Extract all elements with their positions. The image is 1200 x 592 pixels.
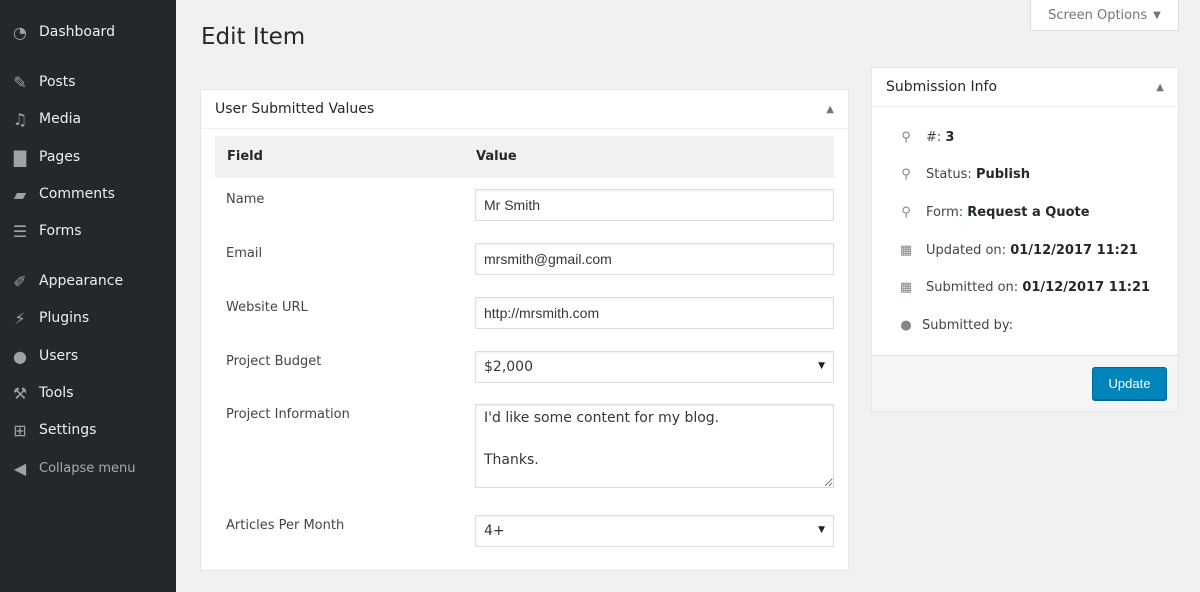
info-id: ⚲ #: 3 — [898, 130, 954, 145]
settings-icon: ⊞ — [13, 420, 27, 440]
info-status: ⚲ Status: Publish — [898, 167, 1030, 182]
user-icon: ● — [900, 318, 912, 333]
label: Users — [39, 348, 79, 364]
field-label: Website URL — [226, 300, 308, 315]
wrench-icon: ⚒ — [12, 383, 28, 403]
label: Pages — [39, 149, 81, 165]
field-label: Project Budget — [226, 354, 322, 369]
label: Collapse menu — [39, 460, 136, 476]
collapse-arrow-icon[interactable]: ▲ — [1156, 82, 1164, 93]
label: Status: — [926, 167, 972, 182]
media-icon: ♫ — [12, 109, 28, 129]
info-submitted: ▦ Submitted on: 01/12/2017 11:21 — [898, 280, 1150, 295]
forms-icon: ☰ — [12, 221, 28, 241]
box-title: User Submitted Values — [215, 101, 375, 117]
label: Media — [39, 111, 82, 127]
sidebar-item-dashboard[interactable]: ◔ Dashboard — [0, 15, 176, 49]
field-label: Articles Per Month — [226, 518, 345, 533]
user-submitted-values-box: User Submitted Values ▲ Field Value Name E… — [200, 89, 849, 571]
name-input[interactable] — [475, 189, 834, 221]
label: Posts — [39, 74, 76, 90]
brush-icon: ✐ — [13, 271, 27, 291]
sidebar-item-pages[interactable]: ▇ Pages — [0, 140, 176, 174]
label: Appearance — [39, 273, 124, 289]
website-url-input[interactable] — [475, 297, 834, 329]
label: Submitted by: — [922, 318, 1013, 333]
info-submitted-by: ● Submitted by: — [898, 318, 1013, 333]
box-title: Submission Info — [886, 79, 998, 95]
label: Tools — [39, 385, 74, 401]
user-icon: ● — [13, 346, 27, 366]
column-value: Value — [476, 149, 517, 164]
box-header[interactable]: User Submitted Values ▲ — [201, 90, 848, 129]
sidebar-item-media[interactable]: ♫ Media — [0, 102, 176, 136]
label: Updated on: — [926, 243, 1007, 258]
collapse-icon: ◀ — [13, 458, 27, 478]
label: Form: — [926, 205, 964, 220]
label: Submitted on: — [926, 280, 1019, 295]
admin-sidebar: ◔ Dashboard ✎ Posts ♫ Media ▇ Pages ▰ Comment… — [0, 0, 176, 592]
caret-down-icon: ▼ — [1153, 9, 1161, 21]
sidebar-item-forms[interactable]: ☰ Forms — [0, 214, 176, 248]
label: #: — [926, 130, 942, 145]
label: Screen Options — [1048, 7, 1148, 23]
sidebar-item-tools[interactable]: ⚒ Tools — [0, 376, 176, 410]
field-label: Name — [226, 192, 265, 207]
sidebar-item-comments[interactable]: ▰ Comments — [0, 177, 176, 211]
pin-icon: ⚲ — [901, 167, 911, 182]
field-label: Project Information — [226, 407, 350, 422]
info-form: ⚲ Form: Request a Quote — [898, 205, 1090, 220]
update-button[interactable]: Update — [1092, 367, 1167, 400]
box-footer: Update — [872, 355, 1178, 411]
value: Request a Quote — [967, 205, 1090, 220]
selected-value: $2,000 — [484, 359, 533, 375]
calendar-icon: ▦ — [899, 243, 913, 258]
dashboard-icon: ◔ — [13, 22, 27, 42]
articles-per-month-select[interactable]: 4+ — [475, 515, 834, 547]
comment-icon: ▰ — [13, 184, 27, 204]
value: 01/12/2017 11:21 — [1022, 280, 1151, 295]
sidebar-item-appearance[interactable]: ✐ Appearance — [0, 264, 176, 298]
sidebar-item-settings[interactable]: ⊞ Settings — [0, 413, 176, 447]
calendar-icon: ▦ — [899, 280, 913, 295]
project-budget-select[interactable]: $2,000 — [475, 351, 834, 383]
label: Forms — [39, 223, 82, 239]
field-label: Email — [226, 246, 263, 261]
label: Plugins — [39, 310, 90, 326]
label: Settings — [39, 422, 97, 438]
plug-icon: ⚡ — [14, 308, 26, 328]
pin-icon: ⚲ — [901, 205, 911, 220]
value: Publish — [975, 167, 1030, 182]
screen-options-button[interactable]: Screen Options ▼ — [1030, 0, 1179, 31]
selected-value: 4+ — [484, 523, 505, 539]
collapse-menu[interactable]: ◀ Collapse menu — [0, 451, 176, 485]
pin-icon: ✎ — [13, 72, 27, 92]
value: 3 — [945, 130, 955, 145]
label: Comments — [39, 186, 115, 202]
submission-info-box: Submission Info ▲ ⚲ #: 3 ⚲ Status: Publish … — [871, 67, 1179, 412]
column-field: Field — [227, 149, 263, 164]
page-title: Edit Item — [201, 24, 306, 50]
value: 01/12/2017 11:21 — [1010, 243, 1138, 258]
collapse-arrow-icon[interactable]: ▲ — [826, 104, 834, 115]
box-header[interactable]: Submission Info ▲ — [872, 68, 1178, 107]
label: Dashboard — [39, 24, 115, 40]
project-information-textarea[interactable]: I'd like some content for my blog. Thank… — [475, 404, 834, 488]
pages-icon: ▇ — [13, 147, 27, 167]
sidebar-item-users[interactable]: ● Users — [0, 339, 176, 373]
info-updated: ▦ Updated on: 01/12/2017 11:21 — [898, 243, 1138, 258]
pin-icon: ⚲ — [901, 130, 911, 145]
table-header: Field Value — [215, 136, 834, 178]
email-input[interactable] — [475, 243, 834, 275]
sidebar-item-posts[interactable]: ✎ Posts — [0, 65, 176, 99]
sidebar-item-plugins[interactable]: ⚡ Plugins — [0, 301, 176, 335]
